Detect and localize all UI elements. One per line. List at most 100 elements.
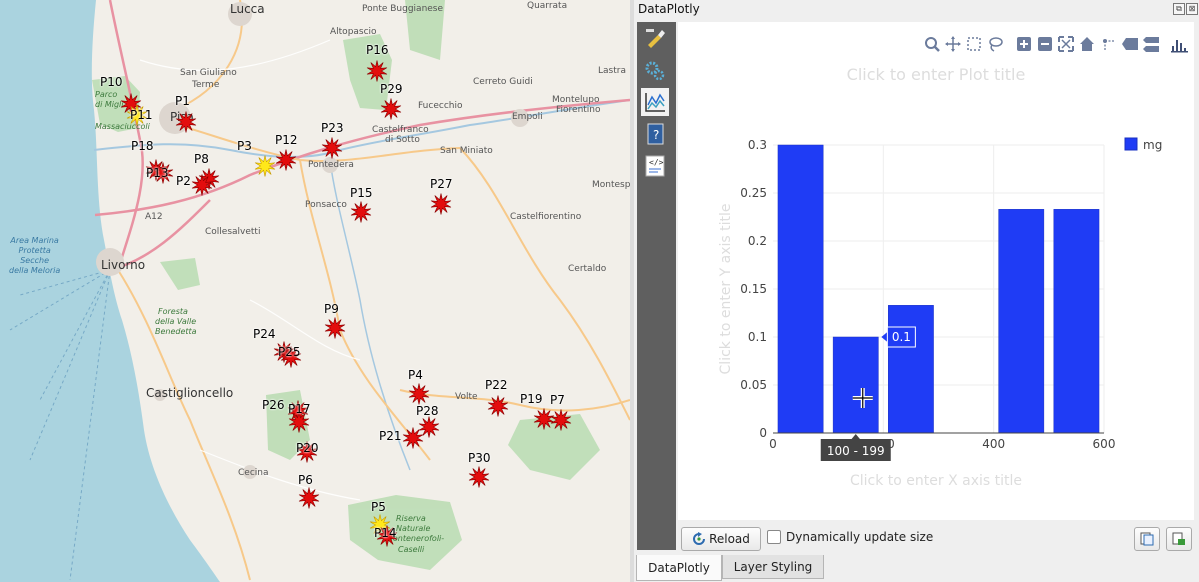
panel-bottom-bar: Reload Dynamically update size xyxy=(678,524,1198,554)
star-marker-icon xyxy=(321,137,343,159)
star-marker-icon xyxy=(254,155,276,177)
histogram-chart[interactable]: 00.050.10.150.20.250.30200400600Click to… xyxy=(678,22,1194,520)
map-place-label: Fiorentino xyxy=(556,105,601,115)
map-place-label: Ponte Buggianese xyxy=(362,4,444,14)
marker-label: P21 xyxy=(379,429,402,443)
plot-canvas-icon[interactable] xyxy=(641,88,669,116)
star-marker-icon xyxy=(324,317,346,339)
marker-label: P27 xyxy=(430,177,453,191)
sea-area-label: Area Marina Protetta Secche della Melori… xyxy=(9,236,61,275)
marker-label: P4 xyxy=(408,368,423,382)
checkbox-box[interactable] xyxy=(767,530,781,544)
star-marker-icon xyxy=(487,395,509,417)
marker-label: P9 xyxy=(324,302,339,316)
marker-label: P3 xyxy=(237,139,252,153)
legend-swatch[interactable] xyxy=(1124,137,1138,151)
map-place-label: Ponsacco xyxy=(305,200,347,210)
histogram-bar[interactable] xyxy=(998,209,1045,434)
autoscale-icon[interactable] xyxy=(1058,35,1075,53)
map-place-label: Cecina xyxy=(238,468,269,478)
star-marker-icon xyxy=(468,466,490,488)
map-place-label: Empoli xyxy=(512,112,543,122)
plotly-logo-icon[interactable] xyxy=(1171,36,1188,53)
marker-label: P14 xyxy=(374,526,397,540)
map-place-label: di Sotto xyxy=(385,135,420,145)
lasso-select-icon[interactable] xyxy=(987,36,1004,53)
x-tick-label: 400 xyxy=(982,437,1005,451)
toggle-spike-icon[interactable] xyxy=(1100,36,1117,53)
dataplotly-panel: DataPlotly ⧉ ⊠ ? </> 0 0.05 0.1 0.15 0.2 0.25… xyxy=(634,0,1199,582)
tab-layer-styling[interactable]: Layer Styling xyxy=(722,555,824,579)
star-marker-icon xyxy=(175,111,197,133)
map-place-label: Cerreto Guidi xyxy=(473,77,533,87)
star-marker-icon xyxy=(366,60,388,82)
map-place-label: Montespert xyxy=(592,180,630,190)
map-place-label: Castelfiorentino xyxy=(510,212,582,222)
copy-plot-button[interactable] xyxy=(1134,527,1160,551)
marker-label: P20 xyxy=(296,441,319,455)
marker-label: P6 xyxy=(298,473,313,487)
edit-style-icon[interactable] xyxy=(641,24,669,52)
pan-icon[interactable] xyxy=(945,35,962,53)
zoom-in-icon[interactable] xyxy=(1016,36,1033,53)
marker-label: P10 xyxy=(100,75,123,89)
dynamic-update-checkbox[interactable]: Dynamically update size xyxy=(767,530,933,544)
histogram-bar[interactable] xyxy=(777,144,824,434)
map-place-label: Certaldo xyxy=(568,264,607,274)
histogram-bar[interactable] xyxy=(888,305,934,434)
map-place-label: Volte xyxy=(455,392,478,402)
map-place-label: Castelfranco xyxy=(372,125,429,135)
map-canvas[interactable]: Lucca Ponte Buggianese Quarrata Altopascio S… xyxy=(0,0,630,582)
marker-label: P19 xyxy=(520,392,543,406)
zoom-icon[interactable] xyxy=(924,36,941,53)
park-label: Naturale xyxy=(396,524,431,533)
hover-value-label: 0.1 xyxy=(892,330,911,344)
svg-text:?: ? xyxy=(653,128,659,142)
map-place-label: Fucecchio xyxy=(418,101,463,111)
map-place-label: Pontedera xyxy=(308,160,354,170)
marker-label: P26 xyxy=(262,398,285,412)
panel-title: DataPlotly xyxy=(638,2,700,16)
y-axis-title[interactable]: Click to enter Y axis title xyxy=(718,204,734,375)
park-label: Caselli xyxy=(398,545,425,554)
float-panel-button[interactable]: ⧉ xyxy=(1173,3,1185,15)
map-place-label: Livorno xyxy=(101,258,146,272)
reset-axes-icon[interactable] xyxy=(1079,36,1096,53)
star-marker-icon xyxy=(402,427,424,449)
marker-label: P23 xyxy=(321,121,344,135)
map-place-label: A12 xyxy=(145,212,163,222)
box-select-icon[interactable] xyxy=(966,36,983,53)
y-tick-label: 0.2 xyxy=(748,234,767,248)
tab-dataplotly[interactable]: DataPlotly xyxy=(636,555,722,581)
y-tick-label: 0 xyxy=(759,426,767,440)
x-tick-label: 600 xyxy=(1093,437,1116,451)
plot-area[interactable]: 00.050.10.150.20.250.30200400600Click to… xyxy=(678,22,1194,520)
histogram-bar[interactable] xyxy=(1053,209,1100,434)
park-label: Riserva xyxy=(396,514,426,523)
map-place-label: Castiglioncello xyxy=(146,386,234,400)
zoom-out-icon[interactable] xyxy=(1037,36,1054,53)
y-tick-label: 0.05 xyxy=(740,378,767,392)
marker-label: P5 xyxy=(371,500,386,514)
marker-label: P8 xyxy=(194,152,209,166)
x-axis-title[interactable]: Click to enter X axis title xyxy=(850,473,1022,489)
park-label: Benedetta xyxy=(155,327,197,336)
star-marker-icon xyxy=(550,409,572,431)
settings-gears-icon[interactable] xyxy=(641,56,669,84)
marker-label: P29 xyxy=(380,82,403,96)
panel-tabs: DataPlotly Layer Styling xyxy=(634,555,1199,582)
hover-pointer xyxy=(881,332,888,342)
map-place-label: Lucca xyxy=(230,2,265,16)
hover-closest-icon[interactable] xyxy=(1121,36,1138,53)
save-plot-button[interactable] xyxy=(1166,527,1192,551)
histogram-bar[interactable] xyxy=(832,336,879,434)
help-icon[interactable]: ? xyxy=(641,120,669,148)
reload-button[interactable]: Reload xyxy=(681,527,761,551)
close-panel-button[interactable]: ⊠ xyxy=(1186,3,1198,15)
legend-label[interactable]: mg xyxy=(1143,138,1162,152)
code-view-icon[interactable]: </> xyxy=(641,152,669,180)
plot-title[interactable]: Click to enter Plot title xyxy=(847,65,1026,84)
hover-compare-icon[interactable] xyxy=(1142,36,1159,53)
star-marker-icon xyxy=(350,201,372,223)
marker-label: P16 xyxy=(366,43,389,57)
